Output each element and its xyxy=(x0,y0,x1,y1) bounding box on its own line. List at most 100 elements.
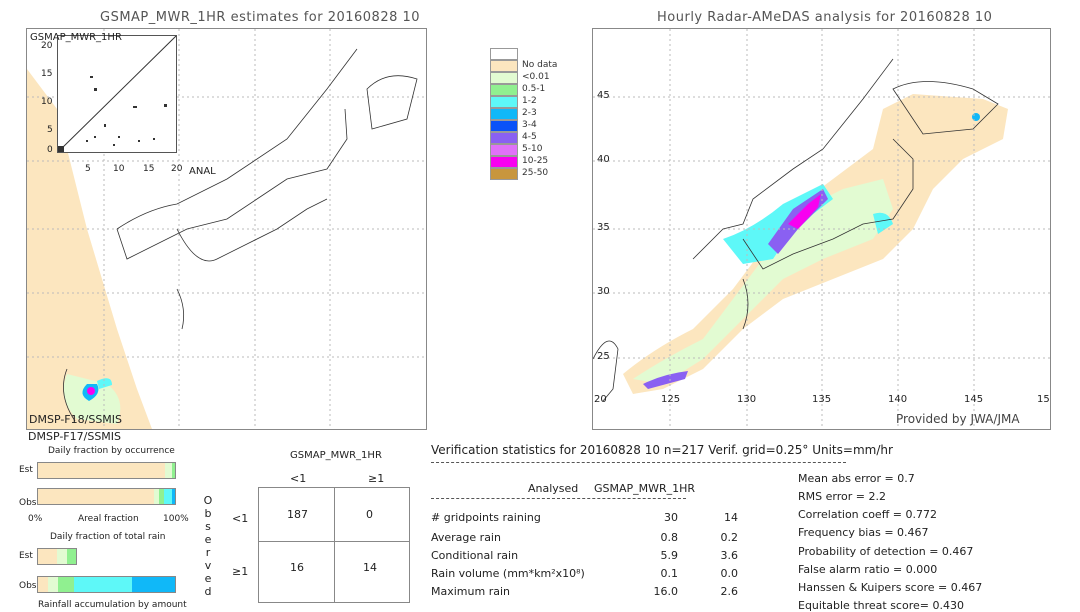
obs-label: Obs xyxy=(19,581,37,591)
legend-swatch xyxy=(490,108,518,120)
stat-estimate: 2.6 xyxy=(720,585,739,598)
col-analysed: Analysed xyxy=(528,482,579,495)
inset-y-tick: 10 xyxy=(41,97,53,107)
inset-y-tick: 20 xyxy=(41,41,53,51)
legend-swatch xyxy=(490,60,518,72)
stat-estimate: 0.2 xyxy=(720,531,739,544)
data-credit: Provided by JWA/JMA xyxy=(896,412,1020,426)
inset-x-tick: 5 xyxy=(85,164,91,174)
lat-tick: 30 xyxy=(597,286,610,297)
obs-total-rain-bar xyxy=(37,576,176,593)
legend-swatch xyxy=(490,144,518,156)
col-header: <1 xyxy=(290,472,307,485)
right-map: 45 40 35 30 25 20 125 130 135 140 145 15… xyxy=(592,28,1051,430)
legend-swatch xyxy=(490,168,518,180)
est-label: Est xyxy=(19,465,33,475)
legend-swatch xyxy=(490,132,518,144)
stat-analysed: 0.8 xyxy=(660,531,679,544)
cell-value: 187 xyxy=(287,508,308,521)
obs-label: Obs xyxy=(19,498,37,508)
stats-header: Verification statistics for 20160828 10 … xyxy=(431,443,893,457)
stat-analysed: 30 xyxy=(664,511,678,524)
lon-tick: 140 xyxy=(888,394,908,405)
score-item: Frequency bias = 0.467 xyxy=(798,526,929,539)
legend-swatch xyxy=(490,48,518,60)
occurrence-title: Daily fraction by occurrence xyxy=(48,446,175,456)
stat-estimate: 0.0 xyxy=(720,567,739,580)
lat-tick: 40 xyxy=(597,154,610,165)
legend-swatch xyxy=(490,120,518,132)
left-map: GSMAP_MWR_1HR 20 15 10 5 0 5 10 15 20 AN… xyxy=(26,28,427,430)
row-header: ≥1 xyxy=(232,565,249,578)
axis-right-label: 100% xyxy=(163,514,189,524)
legend-swatch xyxy=(490,84,518,96)
est-occurrence-bar xyxy=(37,462,176,479)
stat-label: Average rain xyxy=(431,531,501,544)
legend-label: 2-3 xyxy=(522,108,537,118)
stat-estimate: 3.6 xyxy=(720,549,739,562)
legend-swatch xyxy=(490,96,518,108)
inset-x-label: ANAL xyxy=(189,166,216,177)
stat-label: Maximum rain xyxy=(431,585,510,598)
inset-x-tick: 20 xyxy=(171,164,183,174)
diagonal-line xyxy=(57,35,177,153)
stat-analysed: 0.1 xyxy=(660,567,679,580)
score-item: Correlation coeff = 0.772 xyxy=(798,508,937,521)
legend-label: 25-50 xyxy=(522,168,549,178)
col-estimate: GSMAP_MWR_1HR xyxy=(594,482,696,495)
legend-label: 3-4 xyxy=(522,120,537,130)
contingency-title: GSMAP_MWR_1HR xyxy=(290,450,382,461)
stat-label: Rain volume (mm*km²x10⁸) xyxy=(431,567,585,580)
scatter-plot xyxy=(57,35,177,153)
contingency-grid: 187 0 16 14 xyxy=(258,487,410,603)
lon-tick: 135 xyxy=(812,394,832,405)
inset-x-tick: 15 xyxy=(143,164,155,174)
score-item: Hanssen & Kuipers score = 0.467 xyxy=(798,581,983,594)
stat-label: # gridpoints raining xyxy=(431,511,541,524)
legend-label: 4-5 xyxy=(522,132,537,142)
score-item: Mean abs error = 0.7 xyxy=(798,472,915,485)
legend-label: 1-2 xyxy=(522,96,537,106)
stat-label: Conditional rain xyxy=(431,549,519,562)
score-item: RMS error = 2.2 xyxy=(798,490,886,503)
lat-tick: 35 xyxy=(597,222,610,233)
lat-tick: 25 xyxy=(597,351,610,362)
left-map-title: GSMAP_MWR_1HR estimates for 20160828 10 xyxy=(100,10,421,25)
row-header: <1 xyxy=(232,512,249,525)
axis-left-label: 0% xyxy=(28,514,43,524)
est-label: Est xyxy=(19,551,33,561)
score-item: False alarm ratio = 0.000 xyxy=(798,563,938,576)
right-map-title: Hourly Radar-AMeDAS analysis for 2016082… xyxy=(657,10,993,25)
rain-core xyxy=(87,387,95,395)
axis-mid-label: Areal fraction xyxy=(78,514,139,524)
lon-tick: 15 xyxy=(1037,394,1050,405)
legend-label: <0.01 xyxy=(522,72,550,82)
sensor-label: DMSP-F17/SSMIS xyxy=(28,430,122,443)
score-item: Probability of detection = 0.467 xyxy=(798,545,974,558)
rain-core xyxy=(972,113,980,121)
cell-value: 0 xyxy=(366,508,373,521)
obs-occurrence-bar xyxy=(37,488,176,505)
scatter-points xyxy=(58,76,167,152)
est-total-rain-bar xyxy=(37,548,77,565)
legend-label: 5-10 xyxy=(522,144,543,154)
lon-tick: 145 xyxy=(964,394,984,405)
scatter-inset xyxy=(57,35,177,153)
sensor-label: DMSP-F18/SSMIS xyxy=(29,413,123,426)
legend-swatch xyxy=(490,156,518,168)
accumulation-title: Rainfall accumulation by amount xyxy=(38,600,187,610)
score-item: Equitable threat score= 0.430 xyxy=(798,599,964,612)
stat-estimate: 14 xyxy=(724,511,738,524)
inset-y-tick: 5 xyxy=(47,125,53,135)
legend-label: 10-25 xyxy=(522,156,549,166)
stat-analysed: 5.9 xyxy=(660,549,679,562)
legend-swatch xyxy=(490,72,518,84)
total-rain-title: Daily fraction of total rain xyxy=(50,532,166,542)
lon-tick: 130 xyxy=(737,394,757,405)
lat-tick: 45 xyxy=(597,90,610,101)
cell-value: 16 xyxy=(290,561,304,574)
lat-tick: 20 xyxy=(594,394,607,405)
inset-y-tick: 0 xyxy=(47,145,53,155)
right-map-canvas xyxy=(592,29,1050,429)
inset-y-tick: 15 xyxy=(41,69,53,79)
